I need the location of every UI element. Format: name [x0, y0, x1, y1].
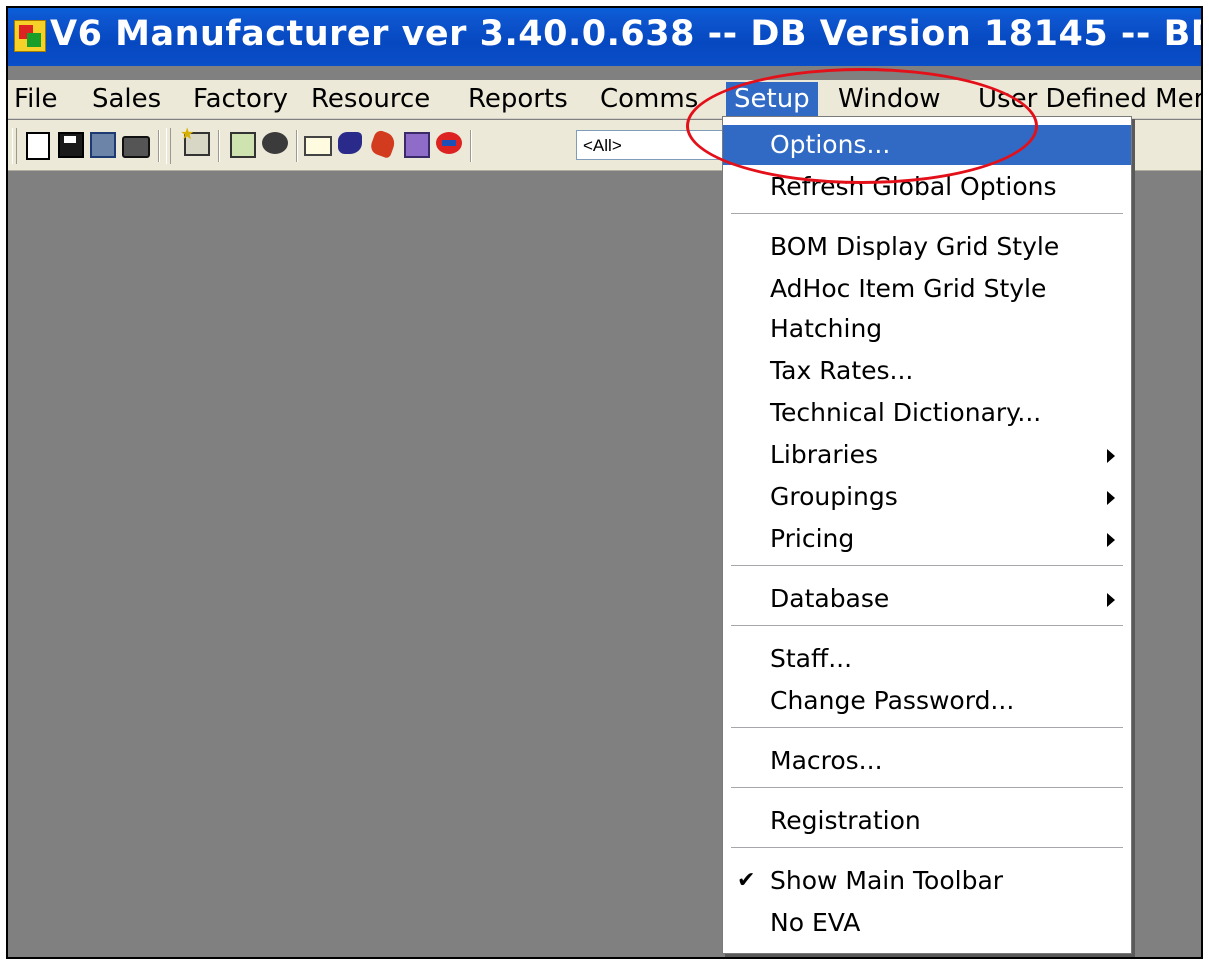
- menu-separator: [731, 213, 1123, 215]
- menu-item-options[interactable]: Options...: [723, 125, 1131, 165]
- menu-item-pricing[interactable]: Pricing: [723, 519, 1131, 559]
- submenu-arrow-icon: [1107, 533, 1115, 547]
- menu-item-label: Tax Rates...: [770, 356, 914, 385]
- menu-item-label: Hatching: [770, 314, 883, 343]
- menu-comms[interactable]: Comms: [600, 82, 698, 116]
- tools-icon[interactable]: [262, 132, 288, 154]
- checkmark-icon: ✔: [737, 868, 756, 893]
- setup-dropdown-menu: Options... Refresh Global Options BOM Di…: [722, 116, 1132, 954]
- menu-item-label: Libraries: [770, 440, 878, 469]
- menu-factory[interactable]: Factory: [193, 82, 288, 116]
- toolbar-grip[interactable]: [12, 128, 17, 164]
- menu-item-label: AdHoc Item Grid Style: [770, 274, 1047, 303]
- menu-item-label: Groupings: [770, 482, 898, 511]
- menu-item-change-password[interactable]: Change Password...: [723, 681, 1131, 721]
- title-bar[interactable]: V6 Manufacturer ver 3.40.0.638 -- DB Ver…: [8, 8, 1201, 66]
- menu-window[interactable]: Window: [838, 82, 941, 116]
- menu-item-bom-display-grid-style[interactable]: BOM Display Grid Style: [723, 227, 1131, 267]
- submenu-arrow-icon: [1107, 593, 1115, 607]
- menu-item-label: Change Password...: [770, 686, 1015, 715]
- menu-file[interactable]: File: [14, 82, 58, 116]
- menu-resource[interactable]: Resource: [311, 82, 430, 116]
- toolbar-separator: [218, 130, 220, 162]
- toolbar-separator: [296, 130, 298, 162]
- print-icon[interactable]: [122, 136, 150, 158]
- menu-item-label: Macros...: [770, 746, 883, 775]
- menu-item-label: Technical Dictionary...: [770, 398, 1042, 427]
- menu-item-show-main-toolbar[interactable]: ✔ Show Main Toolbar: [723, 861, 1131, 901]
- menu-item-no-eva[interactable]: No EVA: [723, 903, 1131, 943]
- app-icon[interactable]: [14, 20, 46, 52]
- menu-item-staff[interactable]: Staff...: [723, 639, 1131, 679]
- menu-item-label: Options...: [770, 130, 891, 159]
- menu-item-label: Show Main Toolbar: [770, 866, 1004, 895]
- new-document-icon[interactable]: [26, 132, 50, 160]
- menu-item-tax-rates[interactable]: Tax Rates...: [723, 351, 1131, 391]
- toolbar-grip[interactable]: [166, 128, 171, 164]
- menu-separator: [731, 565, 1123, 567]
- new-item-icon[interactable]: [180, 124, 210, 156]
- menu-bar: File Sales Factory Resource Reports Comm…: [8, 80, 1201, 119]
- menu-setup[interactable]: Setup: [726, 82, 818, 116]
- toolbar-separator: [158, 130, 160, 162]
- menu-separator: [731, 727, 1123, 729]
- menu-item-registration[interactable]: Registration: [723, 801, 1131, 841]
- window-title: V6 Manufacturer ver 3.40.0.638 -- DB Ver…: [50, 14, 1203, 54]
- menu-separator: [731, 787, 1123, 789]
- menu-item-database[interactable]: Database: [723, 579, 1131, 619]
- globe-icon[interactable]: [436, 132, 462, 154]
- menu-item-macros[interactable]: Macros...: [723, 741, 1131, 781]
- menu-separator: [731, 847, 1123, 849]
- mail-icon[interactable]: [304, 136, 332, 156]
- menu-item-adhoc-item-grid-style[interactable]: AdHoc Item Grid Style: [723, 269, 1131, 309]
- menu-item-technical-dictionary[interactable]: Technical Dictionary...: [723, 393, 1131, 433]
- contact-icon[interactable]: [338, 132, 362, 154]
- menu-item-hatching[interactable]: Hatching: [723, 309, 1131, 349]
- submenu-arrow-icon: [1107, 449, 1115, 463]
- menu-item-label: Registration: [770, 806, 921, 835]
- menu-item-libraries[interactable]: Libraries: [723, 435, 1131, 475]
- menu-sales[interactable]: Sales: [92, 82, 161, 116]
- menu-item-label: Database: [770, 584, 890, 613]
- menu-item-refresh-global-options[interactable]: Refresh Global Options: [723, 167, 1131, 207]
- save-all-icon[interactable]: [90, 132, 116, 158]
- submenu-arrow-icon: [1107, 491, 1115, 505]
- filter-combobox[interactable]: <All>: [576, 130, 736, 160]
- report-icon[interactable]: [404, 132, 430, 158]
- menu-item-groupings[interactable]: Groupings: [723, 477, 1131, 517]
- menu-reports[interactable]: Reports: [468, 82, 568, 116]
- menu-item-label: Staff...: [770, 644, 853, 673]
- save-icon[interactable]: [58, 132, 84, 158]
- menu-user-defined[interactable]: User Defined Men: [978, 82, 1201, 116]
- menu-item-label: No EVA: [770, 908, 861, 937]
- menu-item-label: Refresh Global Options: [770, 172, 1057, 201]
- menu-item-label: Pricing: [770, 524, 855, 553]
- run-icon[interactable]: [368, 128, 398, 160]
- menu-item-label: BOM Display Grid Style: [770, 232, 1060, 261]
- toolbar-separator: [470, 130, 472, 162]
- new-price-icon[interactable]: [230, 132, 256, 158]
- menu-separator: [731, 625, 1123, 627]
